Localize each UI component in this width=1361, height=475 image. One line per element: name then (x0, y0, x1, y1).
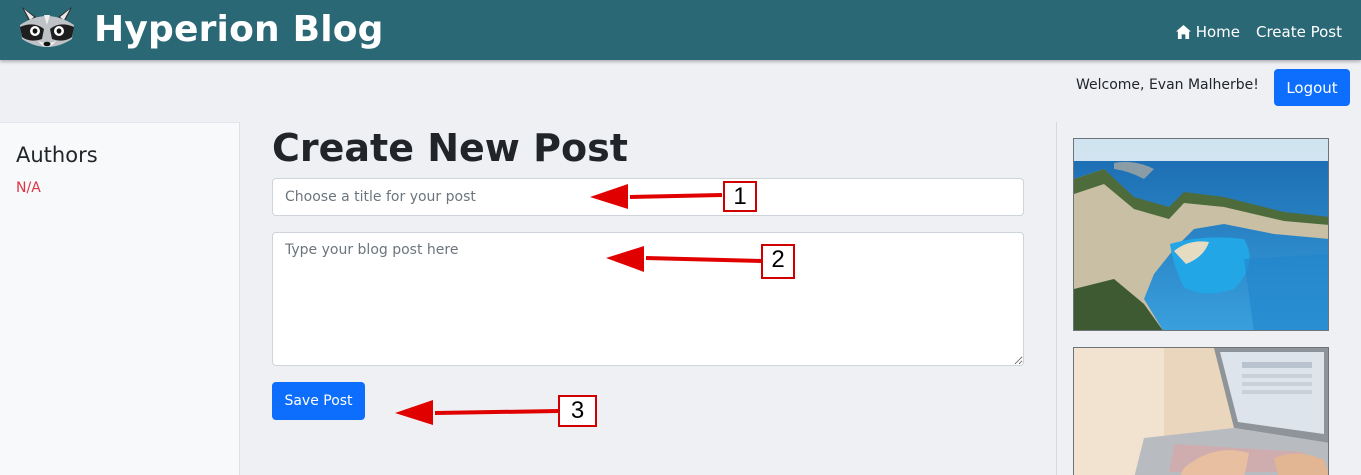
brand-title[interactable]: Hyperion Blog (94, 8, 384, 52)
logout-button[interactable]: Logout (1274, 69, 1350, 106)
navbar: Hyperion Blog Home Create Post (0, 0, 1361, 60)
page-title: Create New Post (272, 126, 628, 170)
nav-home-label: Home (1195, 23, 1240, 41)
laptop-typing-photo (1073, 347, 1329, 475)
nav-home-link[interactable]: Home (1175, 23, 1240, 41)
annotation-label-2: 2 (761, 244, 795, 279)
raccoon-logo-icon[interactable] (16, 3, 78, 55)
right-column-divider (1056, 122, 1057, 475)
authors-heading: Authors (16, 143, 98, 167)
annotation-label-1: 1 (723, 181, 757, 212)
annotation-arrow-1 (590, 184, 722, 209)
nav-create-post-link[interactable]: Create Post (1256, 23, 1342, 41)
home-icon (1175, 25, 1191, 39)
annotation-arrow-2 (606, 246, 762, 272)
annotation-arrow-3 (395, 400, 559, 425)
authors-value: N/A (16, 180, 41, 196)
save-post-button[interactable]: Save Post (272, 382, 365, 420)
authors-sidebar: Authors N/A (0, 122, 240, 475)
nav-links: Home Create Post (1175, 23, 1342, 41)
annotation-label-3: 3 (558, 395, 597, 427)
coastal-cove-photo (1073, 138, 1329, 331)
welcome-text: Welcome, Evan Malherbe! (1076, 77, 1259, 93)
